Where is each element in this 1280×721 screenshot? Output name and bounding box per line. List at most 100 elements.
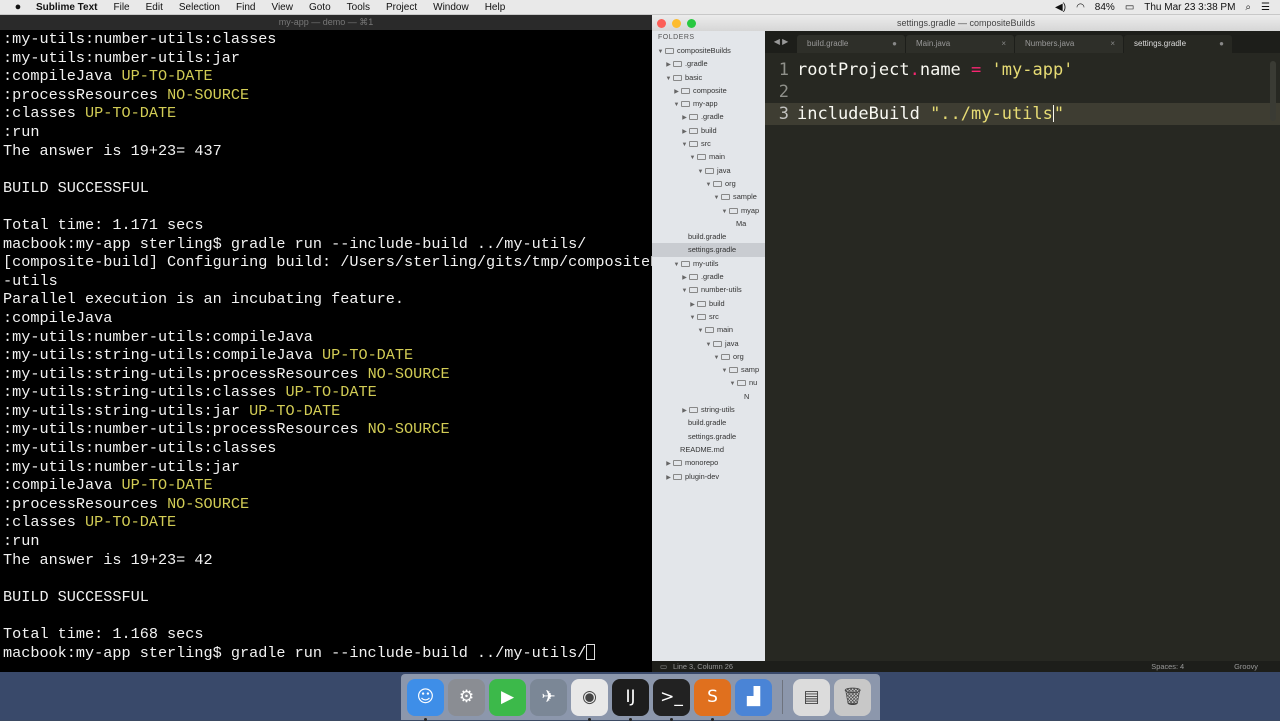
keynote-glyph: ▟ — [746, 687, 761, 707]
tree-folder[interactable]: ▼ main — [652, 150, 765, 163]
menu-goto[interactable]: Goto — [301, 2, 339, 13]
minimap-scrollbar[interactable] — [1270, 61, 1276, 121]
menu-project[interactable]: Project — [378, 2, 425, 13]
tree-folder[interactable]: ▼ nu — [652, 376, 765, 389]
tree-file[interactable]: Ma — [652, 217, 765, 230]
unsaved-dot-icon[interactable]: ● — [1219, 35, 1224, 53]
tree-folder[interactable]: ▼ sample — [652, 190, 765, 203]
unsaved-dot-icon[interactable]: ● — [892, 35, 897, 53]
close-tab-icon[interactable]: × — [1001, 35, 1006, 53]
folder-icon — [721, 353, 730, 360]
terminal-window[interactable]: my-app — demo — ⌘1 :my-utils:number-util… — [0, 15, 652, 672]
sublime-text-icon[interactable]: S — [694, 678, 731, 721]
terminal-line: The answer is 19+23= 437 — [3, 142, 652, 161]
tree-folder[interactable]: ▼ compositeBuilds — [652, 44, 765, 57]
terminal-line-text: BUILD SUCCESSFUL — [3, 587, 149, 606]
tree-folder[interactable]: ▶ monorepo — [652, 456, 765, 469]
terminal-line-text: :my-utils:number-utils:jar — [3, 48, 240, 67]
clock[interactable]: Thu Mar 23 3:38 PM — [1144, 2, 1235, 13]
indentation-setting[interactable]: Spaces: 4 — [1151, 662, 1184, 671]
tree-folder[interactable]: ▶ .gradle — [652, 57, 765, 70]
documents-stack-icon[interactable]: ▤ — [793, 678, 830, 716]
tree-folder[interactable]: ▶ string-utils — [652, 403, 765, 416]
launchpad-icon[interactable]: ✈ — [530, 678, 567, 716]
code-editor[interactable]: 1 rootProject.name = 'my-app' 2 3 includeBui… — [765, 53, 1280, 661]
terminal-output[interactable]: :my-utils:number-utils:classes :my-utils:… — [0, 30, 652, 662]
tree-folder[interactable]: ▶ .gradle — [652, 110, 765, 123]
battery-percent[interactable]: 84% — [1095, 2, 1115, 13]
tab-settings-gradle[interactable]: settings.gradle ● — [1124, 35, 1232, 53]
code-line[interactable]: 1 rootProject.name = 'my-app' — [765, 59, 1280, 81]
tree-folder[interactable]: ▼ java — [652, 164, 765, 177]
volume-icon[interactable]: ◀) — [1055, 2, 1066, 13]
tree-folder[interactable]: ▼ org — [652, 350, 765, 363]
tree-folder[interactable]: ▼ my-app — [652, 97, 765, 110]
task-status: NO-SOURCE — [367, 420, 450, 439]
tree-folder[interactable]: ▼ java — [652, 337, 765, 350]
menu-edit[interactable]: Edit — [138, 2, 171, 13]
keynote-icon[interactable]: ▟ — [735, 678, 772, 716]
spotlight-icon[interactable]: ⌕ — [1245, 2, 1251, 13]
running-indicator — [629, 717, 632, 721]
tree-folder[interactable]: ▼ my-utils — [652, 257, 765, 270]
tab-numbers-java[interactable]: Numbers.java × — [1015, 35, 1123, 53]
tree-item-label: src — [709, 311, 719, 321]
tree-folder[interactable]: ▼ basic — [652, 71, 765, 84]
tree-folder[interactable]: ▼ src — [652, 310, 765, 323]
intellij-icon[interactable]: IJ — [612, 678, 649, 721]
terminal-line-text: :classes — [3, 104, 86, 123]
folder-icon — [689, 114, 698, 121]
menu-window[interactable]: Window — [425, 2, 477, 13]
code-line[interactable]: 3 includeBuild "../my-utils" — [765, 103, 1280, 125]
tree-file[interactable]: build.gradle — [652, 230, 765, 243]
tree-file[interactable]: settings.gradle — [652, 430, 765, 443]
tree-file[interactable]: README.md — [652, 443, 765, 456]
notification-center-icon[interactable]: ☰ — [1261, 2, 1270, 13]
tree-file[interactable]: N — [652, 390, 765, 403]
terminal-line: :my-utils:number-utils:classes — [3, 439, 652, 458]
tree-folder[interactable]: ▼ org — [652, 177, 765, 190]
close-tab-icon[interactable]: × — [1110, 35, 1115, 53]
tree-folder[interactable]: ▼ samp — [652, 363, 765, 376]
tab-nav-arrows-icon[interactable]: ◀ ▶ — [765, 31, 797, 53]
facetime-icon[interactable]: ▶ — [489, 678, 526, 716]
terminal-title: my-app — demo — ⌘1 — [0, 15, 652, 30]
syntax-setting[interactable]: Groovy — [1234, 662, 1258, 671]
battery-icon[interactable]: ▭ — [1125, 2, 1134, 13]
menu-selection[interactable]: Selection — [171, 2, 228, 13]
menu-tools[interactable]: Tools — [339, 2, 378, 13]
window-title: settings.gradle — compositeBuilds — [896, 18, 1036, 28]
tree-folder[interactable]: ▼ myap — [652, 204, 765, 217]
tree-file[interactable]: settings.gradle — [652, 243, 765, 257]
menu-find[interactable]: Find — [228, 2, 263, 13]
panel-toggle-icon[interactable]: ▭ — [660, 662, 667, 671]
menu-help[interactable]: Help — [477, 2, 514, 13]
terminal-icon[interactable]: >_ — [653, 678, 690, 721]
tab-build-gradle[interactable]: build.gradle ● — [797, 35, 905, 53]
tree-folder[interactable]: ▶ composite — [652, 84, 765, 97]
tree-folder[interactable]: ▶ build — [652, 124, 765, 137]
system-preferences-icon[interactable]: ⚙ — [448, 678, 485, 716]
tree-folder[interactable]: ▼ number-utils — [652, 283, 765, 296]
tree-folder[interactable]: ▼ src — [652, 137, 765, 150]
trash-icon[interactable]: 🗑 — [834, 678, 871, 716]
menu-app-name[interactable]: Sublime Text — [36, 2, 106, 13]
line-number: 2 — [778, 82, 789, 102]
finder-icon[interactable]: ☺ — [407, 678, 444, 721]
menu-file[interactable]: File — [106, 2, 138, 13]
chevron-right-icon[interactable]: ▶ — [664, 472, 673, 485]
apple-menu-icon[interactable]: ● — [0, 1, 36, 13]
tree-folder[interactable]: ▶ build — [652, 297, 765, 310]
wifi-icon[interactable]: ◠ — [1076, 2, 1085, 13]
tree-folder[interactable]: ▶ plugin-dev — [652, 470, 765, 483]
menu-view[interactable]: View — [263, 2, 301, 13]
code-line[interactable]: 2 — [765, 81, 1280, 103]
operator-token: . — [909, 60, 920, 80]
tree-folder[interactable]: ▶ .gradle — [652, 270, 765, 283]
task-status: UP-TO-DATE — [85, 513, 177, 532]
tree-folder[interactable]: ▼ main — [652, 323, 765, 336]
tab-main-java[interactable]: Main.java × — [906, 35, 1014, 53]
chrome-icon[interactable]: ◉ — [571, 678, 608, 721]
tree-file[interactable]: build.gradle — [652, 416, 765, 429]
tree-item-label: N — [744, 391, 750, 401]
